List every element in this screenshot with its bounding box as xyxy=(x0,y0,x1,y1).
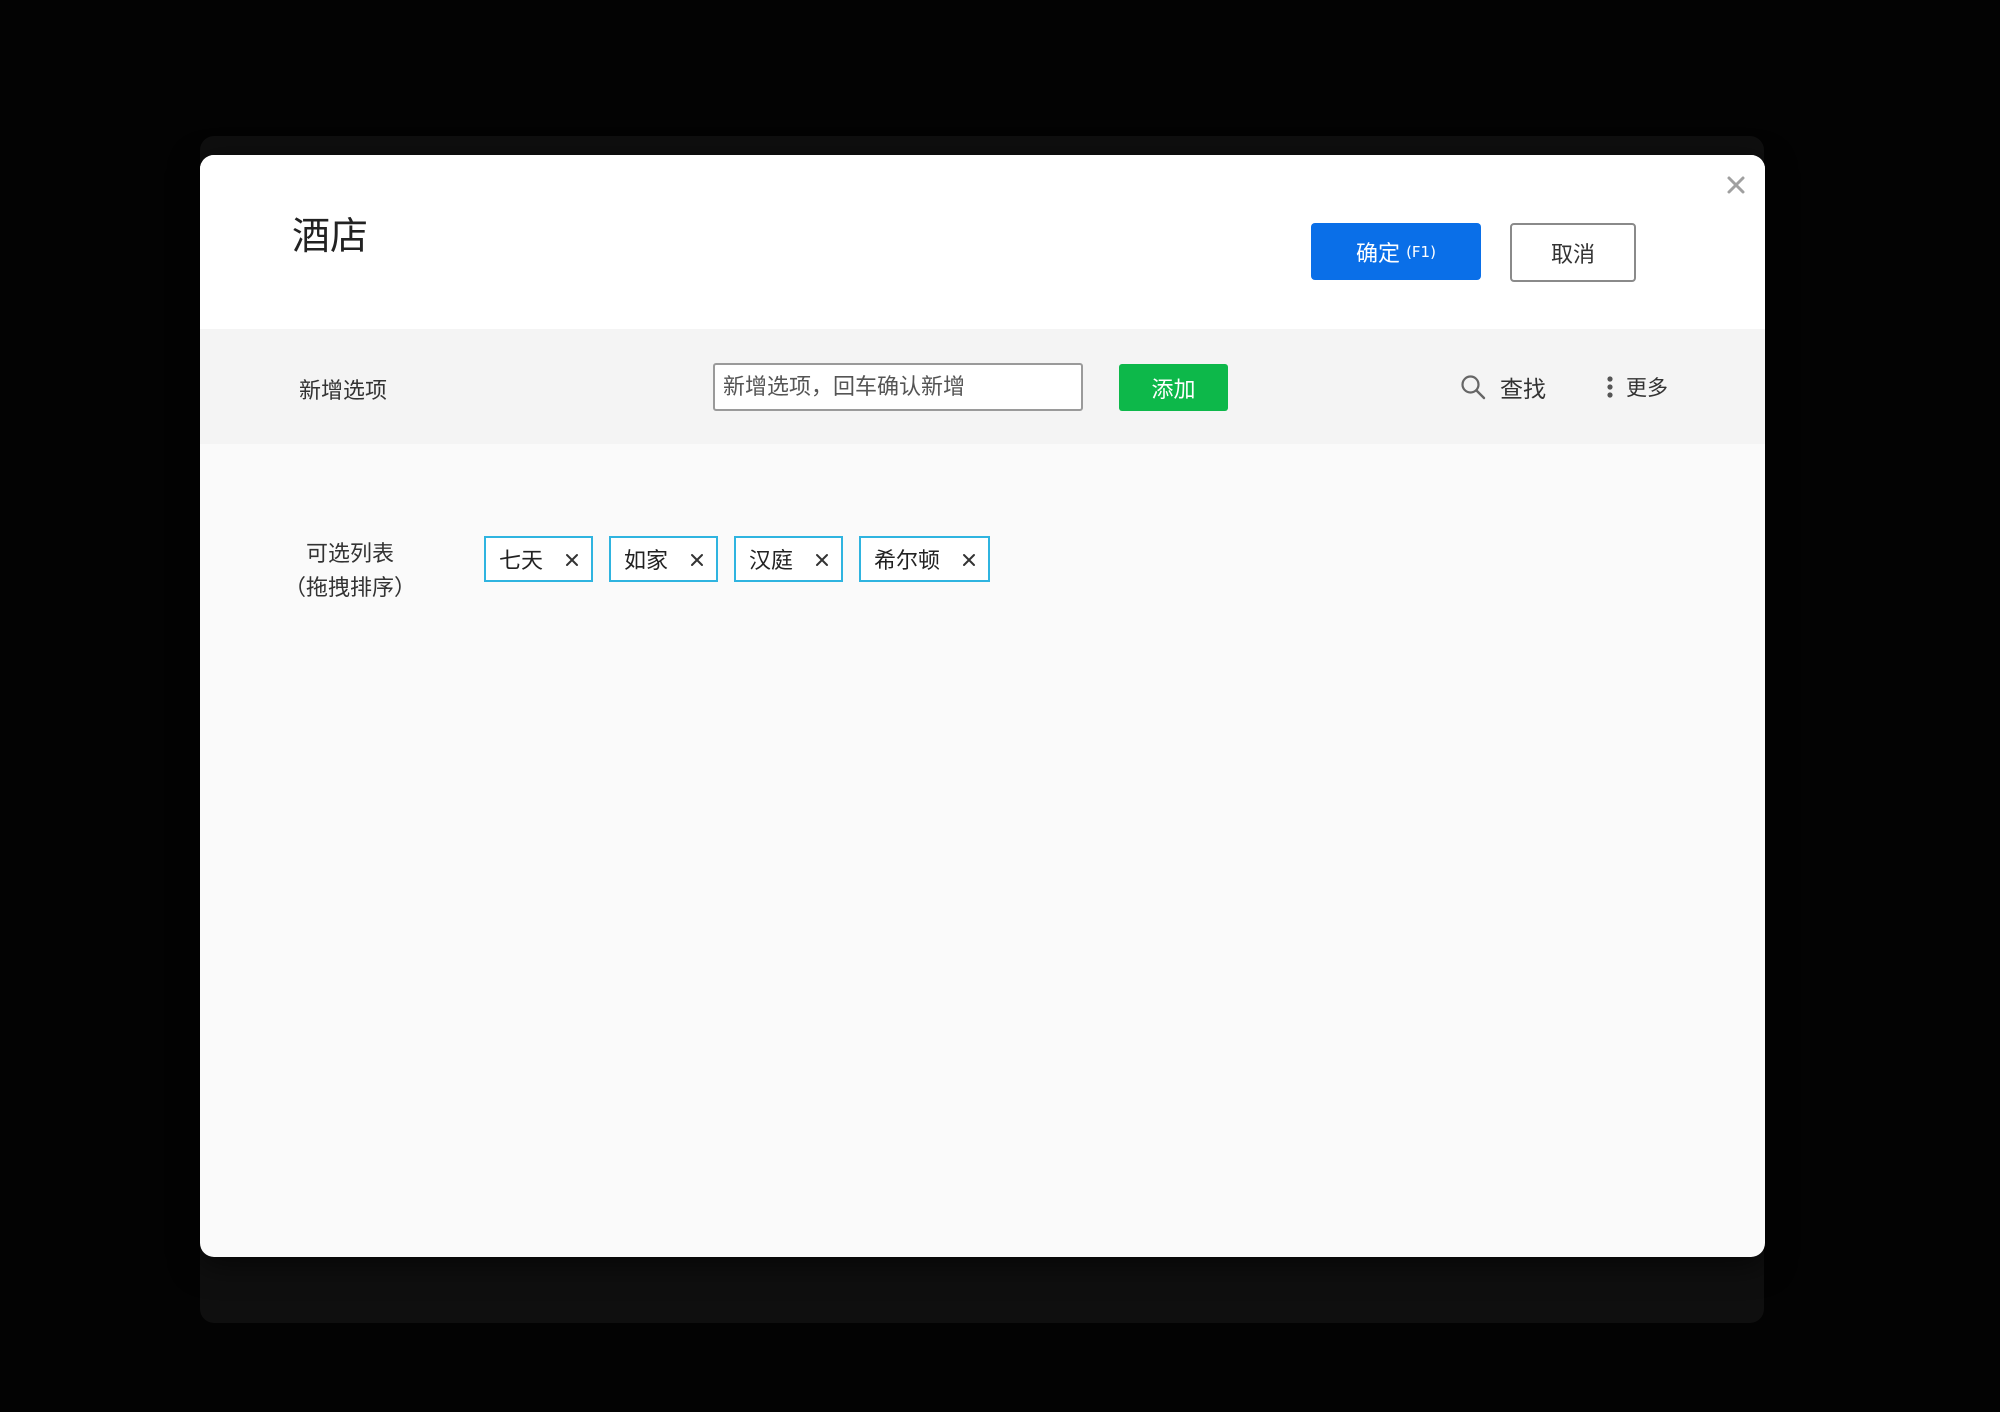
search-icon xyxy=(1461,375,1486,400)
option-tag-label: 七天 xyxy=(499,549,544,574)
remove-icon[interactable] xyxy=(815,552,829,566)
add-option-label: 新增选项 xyxy=(299,379,388,404)
remove-icon[interactable] xyxy=(690,552,704,566)
new-option-input[interactable] xyxy=(713,363,1083,411)
list-label-line2: （拖拽排序） xyxy=(283,576,416,601)
option-tag-label: 希尔顿 xyxy=(874,549,941,574)
selectable-list: 七天 如家 汉庭 希尔顿 xyxy=(484,536,991,582)
find-button[interactable]: 查找 xyxy=(1460,365,1546,409)
remove-icon[interactable] xyxy=(962,552,976,566)
options-dialog: 酒店 确定 (F1) 取消 新增选项 添加 查找 xyxy=(200,155,1765,1257)
option-tag-label: 如家 xyxy=(624,549,669,574)
confirm-label: 确定 xyxy=(1356,241,1401,267)
more-button[interactable]: 更多 xyxy=(1606,365,1668,409)
option-tag[interactable]: 希尔顿 xyxy=(859,536,991,582)
option-tag[interactable]: 如家 xyxy=(609,536,719,582)
option-tag-label: 汉庭 xyxy=(749,549,794,574)
cancel-button[interactable]: 取消 xyxy=(1510,223,1636,282)
option-tag[interactable]: 汉庭 xyxy=(734,536,844,582)
selectable-list-label: 可选列表 （拖拽排序） xyxy=(275,538,425,606)
option-tag[interactable]: 七天 xyxy=(484,536,594,582)
add-button[interactable]: 添加 xyxy=(1119,364,1228,411)
more-vertical-icon xyxy=(1607,376,1613,398)
list-label-line1: 可选列表 xyxy=(305,542,394,567)
find-label: 查找 xyxy=(1500,377,1546,403)
confirm-hotkey: (F1) xyxy=(1406,242,1436,261)
remove-icon[interactable] xyxy=(565,552,579,566)
dialog-header: 酒店 确定 (F1) 取消 xyxy=(200,155,1765,329)
dialog-title: 酒店 xyxy=(292,214,369,258)
confirm-button[interactable]: 确定 (F1) xyxy=(1311,223,1481,280)
add-option-toolbar: 新增选项 添加 查找 更多 xyxy=(200,329,1765,444)
more-label: 更多 xyxy=(1626,376,1668,400)
close-icon[interactable] xyxy=(1724,173,1748,197)
